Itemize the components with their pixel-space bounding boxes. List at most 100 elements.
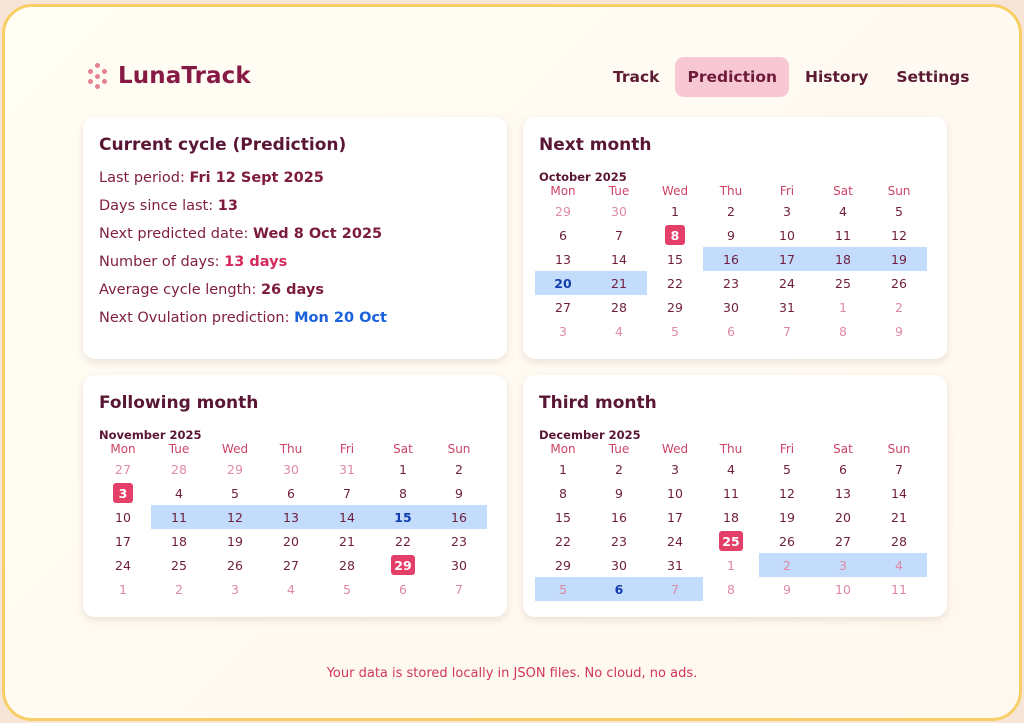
day-cell[interactable]: 27	[535, 295, 591, 319]
day-cell[interactable]: 11	[815, 223, 871, 247]
day-cell[interactable]: 22	[375, 529, 431, 553]
day-cell[interactable]: 1	[535, 457, 591, 481]
day-cell[interactable]: 3	[759, 199, 815, 223]
day-cell[interactable]: 18	[151, 529, 207, 553]
day-cell[interactable]: 17	[95, 529, 151, 553]
day-cell[interactable]: 29	[535, 199, 591, 223]
nav-track[interactable]: Track	[601, 57, 671, 97]
nav-prediction[interactable]: Prediction	[675, 57, 790, 97]
day-cell[interactable]: 30	[591, 199, 647, 223]
fertile-day-cell[interactable]: 19	[871, 247, 927, 271]
day-cell[interactable]: 8	[815, 319, 871, 343]
day-cell[interactable]: 2	[703, 199, 759, 223]
fertile-day-cell[interactable]: 4	[871, 553, 927, 577]
ovulation-day-cell[interactable]: 15	[375, 505, 431, 529]
day-cell[interactable]: 2	[151, 577, 207, 601]
day-cell[interactable]: 18	[703, 505, 759, 529]
day-cell[interactable]: 4	[703, 457, 759, 481]
day-cell[interactable]: 3	[207, 577, 263, 601]
day-cell[interactable]: 19	[759, 505, 815, 529]
day-cell[interactable]: 31	[319, 457, 375, 481]
ovulation-day-cell[interactable]: 20	[535, 271, 591, 295]
fertile-day-cell[interactable]: 13	[263, 505, 319, 529]
day-cell[interactable]: 1	[375, 457, 431, 481]
day-cell[interactable]: 3	[647, 457, 703, 481]
day-cell[interactable]: 9	[591, 481, 647, 505]
day-cell[interactable]: 2	[431, 457, 487, 481]
day-cell[interactable]: 13	[535, 247, 591, 271]
day-cell[interactable]: 6	[815, 457, 871, 481]
day-cell[interactable]: 1	[815, 295, 871, 319]
day-cell[interactable]: 28	[871, 529, 927, 553]
day-cell[interactable]: 25	[151, 553, 207, 577]
fertile-day-cell[interactable]: 18	[815, 247, 871, 271]
day-cell[interactable]: 12	[759, 481, 815, 505]
day-cell[interactable]: 5	[647, 319, 703, 343]
fertile-day-cell[interactable]: 12	[207, 505, 263, 529]
day-cell[interactable]: 26	[871, 271, 927, 295]
fertile-day-cell[interactable]: 21	[591, 271, 647, 295]
day-cell[interactable]: 22	[647, 271, 703, 295]
fertile-day-cell[interactable]: 17	[759, 247, 815, 271]
day-cell[interactable]: 2	[871, 295, 927, 319]
day-cell[interactable]: 29	[207, 457, 263, 481]
day-cell[interactable]: 6	[703, 319, 759, 343]
day-cell[interactable]: 29	[647, 295, 703, 319]
fertile-day-cell[interactable]: 14	[319, 505, 375, 529]
day-cell[interactable]: 21	[871, 505, 927, 529]
day-cell[interactable]: 31	[759, 295, 815, 319]
day-cell[interactable]: 4	[151, 481, 207, 505]
day-cell[interactable]: 12	[871, 223, 927, 247]
day-cell[interactable]: 30	[431, 553, 487, 577]
period-day-cell[interactable]: 29	[375, 553, 431, 577]
day-cell[interactable]: 10	[95, 505, 151, 529]
day-cell[interactable]: 4	[591, 319, 647, 343]
fertile-day-cell[interactable]: 7	[647, 577, 703, 601]
period-day-cell[interactable]: 8	[647, 223, 703, 247]
day-cell[interactable]: 19	[207, 529, 263, 553]
nav-settings[interactable]: Settings	[884, 57, 981, 97]
day-cell[interactable]: 30	[703, 295, 759, 319]
day-cell[interactable]: 4	[815, 199, 871, 223]
day-cell[interactable]: 11	[703, 481, 759, 505]
day-cell[interactable]: 9	[431, 481, 487, 505]
day-cell[interactable]: 1	[647, 199, 703, 223]
fertile-day-cell[interactable]: 16	[431, 505, 487, 529]
day-cell[interactable]: 23	[703, 271, 759, 295]
day-cell[interactable]: 30	[591, 553, 647, 577]
nav-history[interactable]: History	[793, 57, 880, 97]
brand[interactable]: LunaTrack	[87, 63, 251, 89]
day-cell[interactable]: 28	[591, 295, 647, 319]
day-cell[interactable]: 17	[647, 505, 703, 529]
day-cell[interactable]: 10	[759, 223, 815, 247]
day-cell[interactable]: 4	[263, 577, 319, 601]
ovulation-day-cell[interactable]: 6	[591, 577, 647, 601]
day-cell[interactable]: 31	[647, 553, 703, 577]
period-day-cell[interactable]: 3	[95, 481, 151, 505]
day-cell[interactable]: 7	[871, 457, 927, 481]
day-cell[interactable]: 14	[591, 247, 647, 271]
day-cell[interactable]: 2	[591, 457, 647, 481]
day-cell[interactable]: 24	[759, 271, 815, 295]
day-cell[interactable]: 7	[319, 481, 375, 505]
day-cell[interactable]: 10	[647, 481, 703, 505]
day-cell[interactable]: 5	[207, 481, 263, 505]
day-cell[interactable]: 23	[591, 529, 647, 553]
day-cell[interactable]: 7	[431, 577, 487, 601]
day-cell[interactable]: 5	[759, 457, 815, 481]
day-cell[interactable]: 27	[95, 457, 151, 481]
day-cell[interactable]: 21	[319, 529, 375, 553]
fertile-day-cell[interactable]: 5	[535, 577, 591, 601]
fertile-day-cell[interactable]: 3	[815, 553, 871, 577]
day-cell[interactable]: 8	[375, 481, 431, 505]
day-cell[interactable]: 23	[431, 529, 487, 553]
day-cell[interactable]: 7	[591, 223, 647, 247]
fertile-day-cell[interactable]: 2	[759, 553, 815, 577]
day-cell[interactable]: 6	[535, 223, 591, 247]
day-cell[interactable]: 20	[263, 529, 319, 553]
day-cell[interactable]: 24	[647, 529, 703, 553]
day-cell[interactable]: 26	[207, 553, 263, 577]
day-cell[interactable]: 3	[535, 319, 591, 343]
fertile-day-cell[interactable]: 16	[703, 247, 759, 271]
day-cell[interactable]: 13	[815, 481, 871, 505]
